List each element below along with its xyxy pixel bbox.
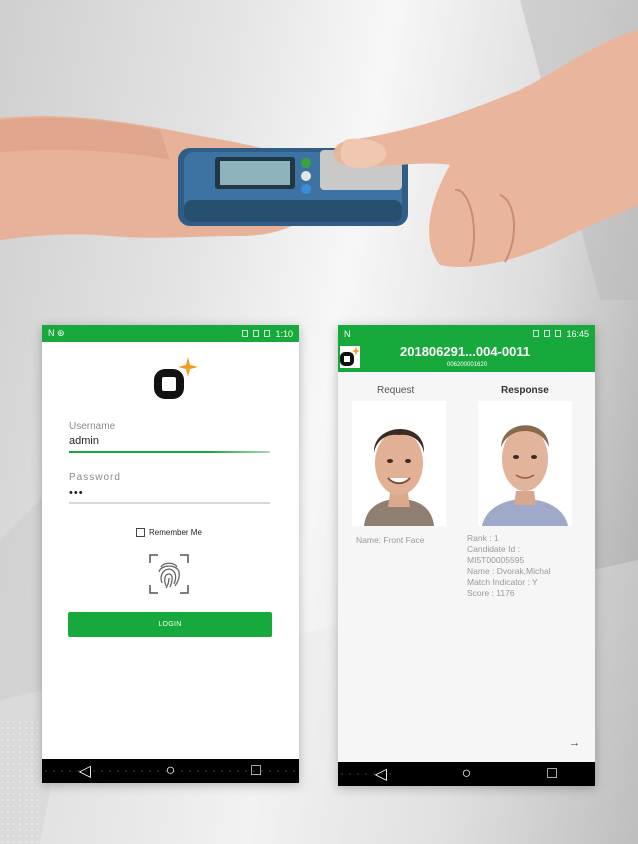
- password-label: Password: [69, 472, 121, 483]
- username-input[interactable]: admin: [69, 435, 99, 447]
- home-button[interactable]: ○: [456, 764, 476, 784]
- battery-icon: [555, 330, 562, 337]
- username-underline: [69, 451, 270, 453]
- hero-image-fingerprint-scanner: [0, 30, 638, 268]
- response-rank: Rank : 1: [467, 533, 499, 543]
- wifi-icon: [544, 330, 551, 337]
- request-name: Name: Front Face: [356, 535, 425, 545]
- app-logo: [340, 346, 360, 368]
- response-candidate-id: MI5T00005595: [467, 555, 525, 565]
- password-underline: [69, 502, 270, 504]
- battery-icon: [264, 330, 271, 337]
- password-input[interactable]: •••: [69, 487, 84, 499]
- back-button[interactable]: ◁: [75, 761, 95, 781]
- login-button[interactable]: LOGIN: [68, 612, 272, 637]
- response-face-photo: [478, 401, 572, 526]
- remember-me-label: Remember Me: [149, 528, 202, 537]
- status-bar: N 16:45: [338, 325, 595, 342]
- login-phone-screen: N ⊛ 1:10 Username admin Password ••• Rem…: [42, 325, 299, 783]
- remember-me-checkbox[interactable]: [136, 528, 145, 537]
- request-face-photo: [352, 401, 446, 526]
- response-candidate-label: Candidate Id :: [467, 544, 520, 554]
- remember-me-row[interactable]: Remember Me: [136, 528, 202, 537]
- status-left: N ⊛: [48, 328, 65, 338]
- signal-icon: [253, 330, 260, 337]
- next-arrow-icon[interactable]: →: [569, 737, 580, 749]
- response-match-indicator: Match Indicator : Y: [467, 577, 538, 587]
- username-label: Username: [69, 421, 116, 432]
- app-header: 201806291...004-0011 006200001620: [338, 342, 595, 372]
- transaction-subtitle: 006200001620: [447, 362, 488, 368]
- back-button[interactable]: ◁: [371, 764, 391, 784]
- home-button[interactable]: ○: [160, 761, 180, 781]
- response-name: Name : Dvorak,Michal: [467, 566, 551, 576]
- android-nav-bar: ◁ ○ □: [42, 759, 299, 783]
- request-heading: Request: [377, 385, 415, 396]
- status-left: N: [344, 328, 351, 339]
- response-details: Rank : 1 Candidate Id : MI5T00005595 Nam…: [467, 533, 551, 599]
- recent-apps-button[interactable]: □: [246, 761, 266, 781]
- location-icon: [242, 330, 249, 337]
- status-time: 16:45: [566, 328, 589, 339]
- app-logo: [154, 357, 198, 399]
- location-icon: [533, 330, 540, 337]
- response-heading: Response: [501, 385, 549, 396]
- status-bar: N ⊛ 1:10: [42, 325, 299, 342]
- result-phone-screen: N 16:45 201806291...004-0011 00620000162…: [338, 325, 595, 786]
- recent-apps-button[interactable]: □: [542, 764, 562, 784]
- android-nav-bar: ◁ ○ □: [338, 762, 595, 786]
- status-time: 1:10: [275, 328, 293, 339]
- transaction-title: 201806291...004-0011: [400, 344, 531, 359]
- response-score: Score : 1176: [467, 588, 515, 598]
- fingerprint-icon[interactable]: [148, 553, 190, 595]
